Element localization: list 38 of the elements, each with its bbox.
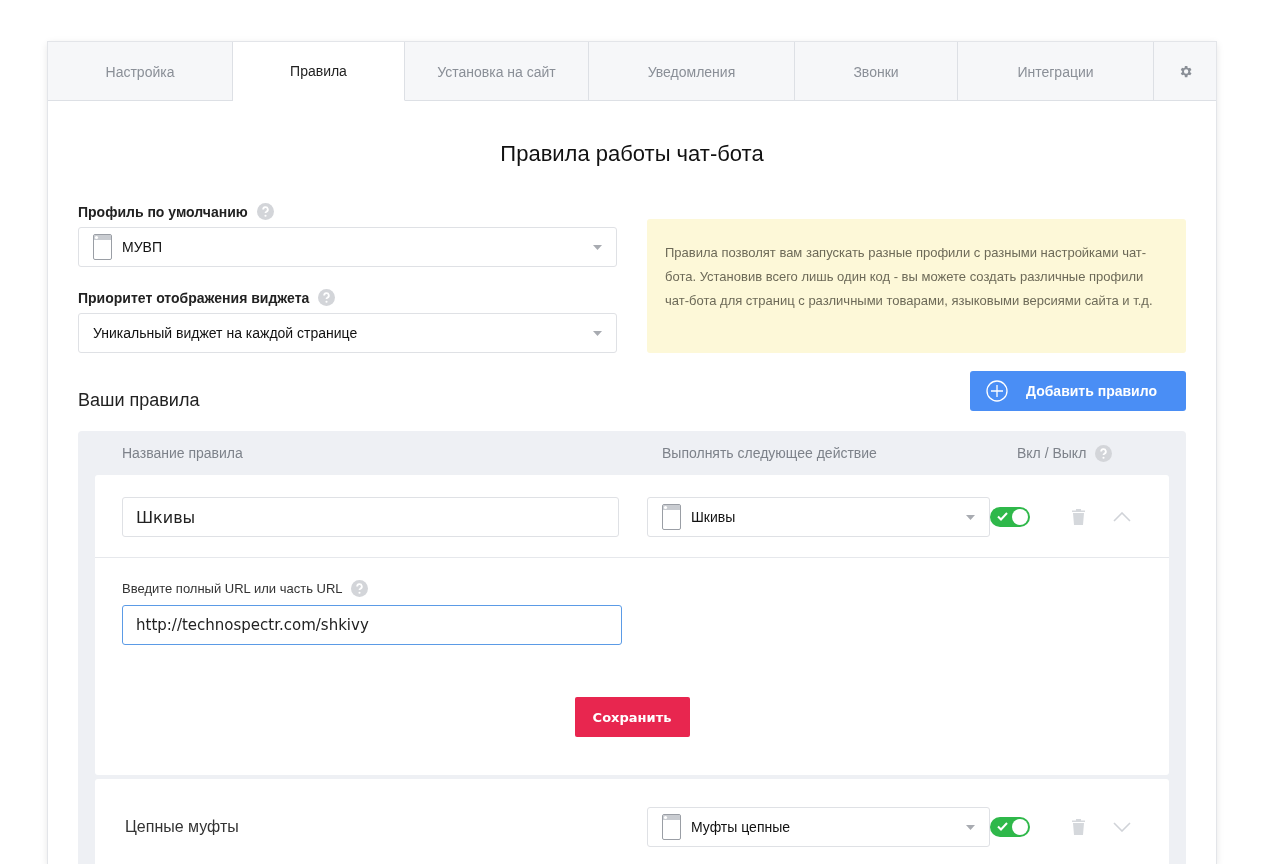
help-icon[interactable] bbox=[350, 580, 368, 597]
check-icon bbox=[997, 822, 1008, 831]
caret-icon bbox=[593, 330, 602, 336]
chevron-up-icon[interactable] bbox=[1113, 512, 1131, 522]
action-select[interactable]: Шкивы bbox=[647, 497, 990, 537]
field-label: Приоритет отображения виджета bbox=[78, 289, 310, 306]
toggle-switch[interactable] bbox=[990, 507, 1030, 527]
caret-icon bbox=[593, 244, 602, 250]
field-label: Профиль по умолчанию bbox=[78, 203, 248, 220]
help-icon[interactable] bbox=[256, 203, 274, 220]
info-note: Правила позволят вам запускать разные профили с разными настройками чат-бота. Установив всего лишь один код - вы можете создать различные профили чат-бота для страниц с различными товарами, языковыми версиями сайта и т.д. bbox=[647, 219, 1186, 353]
save-button[interactable]: Сохранить bbox=[574, 697, 690, 737]
caret-icon bbox=[966, 824, 975, 830]
window-icon bbox=[662, 814, 681, 840]
chevron-down-icon[interactable] bbox=[1113, 822, 1131, 832]
trash-icon[interactable] bbox=[1072, 509, 1085, 525]
window-icon bbox=[662, 504, 681, 530]
priority-select[interactable]: Уникальный виджет на каждой странице bbox=[78, 313, 617, 353]
column-header: Выполнять следующее действие bbox=[662, 445, 877, 461]
page-title: Правила работы чат-бота bbox=[499, 140, 765, 168]
check-icon bbox=[997, 512, 1008, 521]
profile-select[interactable]: МУВП bbox=[78, 227, 617, 267]
url-label: Введите полный URL или часть URL bbox=[122, 581, 343, 596]
column-header: Название правила bbox=[122, 445, 243, 461]
action-select[interactable]: Муфты цепные bbox=[647, 807, 990, 847]
help-icon[interactable] bbox=[1095, 444, 1113, 462]
column-header: Вкл / Выкл bbox=[1017, 445, 1087, 461]
tab[interactable]: Правила bbox=[233, 42, 405, 101]
rule-name: Цепные муфты bbox=[124, 818, 240, 836]
help-icon[interactable] bbox=[318, 289, 336, 306]
plus-circle-icon bbox=[986, 379, 1008, 402]
window-icon bbox=[93, 234, 112, 260]
rule-name-field[interactable]: Шкивы bbox=[122, 497, 619, 537]
toggle-switch[interactable] bbox=[990, 817, 1030, 837]
caret-icon bbox=[966, 514, 975, 520]
section-heading: Ваши правила bbox=[78, 389, 200, 411]
url-field[interactable]: http://technospectr.com/shkivy bbox=[122, 605, 622, 645]
trash-icon[interactable] bbox=[1072, 819, 1085, 835]
